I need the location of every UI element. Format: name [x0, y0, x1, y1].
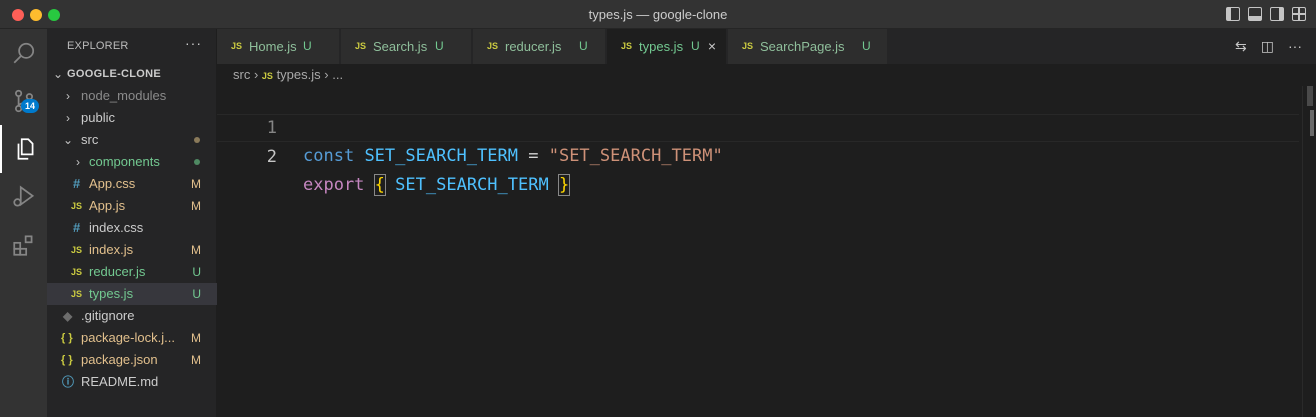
chevron-down-icon: ⌄: [63, 133, 74, 147]
editor-actions: ⇆ ◫ ···: [1235, 38, 1302, 55]
tree-item-node-modules[interactable]: › node_modules: [47, 85, 217, 107]
js-file-icon: JS: [71, 289, 83, 299]
title-bar: types.js — google-clone: [0, 0, 1316, 29]
chevron-right-icon: ›: [253, 67, 262, 82]
customize-layout-icon[interactable]: [1292, 7, 1306, 21]
explorer-sidebar: EXPLORER ··· ⌄ GOOGLE-CLONE › node_modul…: [47, 29, 217, 417]
js-file-icon: JS: [742, 41, 754, 51]
chevron-right-icon: ›: [76, 155, 80, 169]
tab-searchpage-js[interactable]: JS SearchPage.js U: [728, 29, 888, 64]
js-file-icon: JS: [487, 41, 499, 51]
breadcrumb: src › JS types.js › ...: [217, 64, 343, 86]
split-editor-icon[interactable]: ◫: [1261, 38, 1274, 55]
css-file-icon: #: [73, 176, 81, 191]
tree-item-components[interactable]: › components: [47, 151, 217, 173]
code-text: const SET_SEARCH_TERM = "SET_SEARCH_TERM…: [303, 146, 723, 166]
breadcrumb-more[interactable]: ...: [332, 67, 343, 82]
workspace-root[interactable]: ⌄ GOOGLE-CLONE: [47, 63, 217, 85]
breadcrumb-file[interactable]: types.js: [277, 67, 321, 82]
tree-item-public[interactable]: › public: [47, 107, 217, 129]
search-icon[interactable]: [0, 29, 47, 77]
tree-item-types-js[interactable]: JS types.js U: [47, 283, 217, 305]
source-control-badge: 14: [21, 99, 39, 113]
info-icon: ⓘ: [62, 375, 75, 389]
tree-item-index-js[interactable]: JS index.js M: [47, 239, 217, 261]
chevron-right-icon: ›: [66, 111, 70, 125]
line-number: 2: [266, 147, 277, 167]
layout-controls: [1226, 7, 1306, 21]
code-line-current[interactable]: 2 export { SET_SEARCH_TERM }: [217, 114, 1299, 196]
modified-dot: [194, 137, 200, 143]
open-changes-icon[interactable]: ⇆: [1235, 38, 1247, 55]
js-file-icon: JS: [355, 41, 367, 51]
code-editor[interactable]: 1 const SET_SEARCH_TERM = "SET_SEARCH_TE…: [217, 86, 1316, 417]
explorer-icon[interactable]: [0, 125, 47, 173]
editor-tab-bar: JS Home.js U JS Search.js U JS reducer.j…: [217, 29, 1316, 64]
git-file-icon: ◆: [63, 309, 73, 323]
tree-item-package-json[interactable]: { } package.json M: [47, 349, 217, 371]
activity-bar: 14: [0, 29, 47, 417]
js-file-icon: JS: [261, 71, 273, 81]
breadcrumb-folder[interactable]: src: [233, 67, 250, 82]
run-debug-icon[interactable]: [0, 173, 47, 221]
window-title: types.js — google-clone: [588, 7, 728, 22]
tree-item-reducer-js[interactable]: JS reducer.js U: [47, 261, 217, 283]
more-actions-icon[interactable]: ···: [185, 35, 202, 51]
toggle-secondary-sidebar-icon[interactable]: [1270, 7, 1284, 21]
tree-item-index-css[interactable]: # index.css: [47, 217, 217, 239]
tree-item-app-js[interactable]: JS App.js M: [47, 195, 217, 217]
tab-home-js[interactable]: JS Home.js U: [217, 29, 340, 64]
js-file-icon: JS: [71, 245, 83, 255]
json-file-icon: { }: [61, 332, 73, 344]
js-file-icon: JS: [621, 41, 633, 51]
tree-item-readme[interactable]: ⓘ README.md: [47, 371, 217, 393]
tab-reducer-js[interactable]: JS reducer.js U: [473, 29, 606, 64]
explorer-header: EXPLORER: [67, 40, 129, 52]
css-file-icon: #: [73, 220, 81, 235]
extensions-icon[interactable]: [0, 221, 47, 269]
js-file-icon: JS: [231, 41, 243, 51]
tree-item-app-css[interactable]: # App.css M: [47, 173, 217, 195]
scrollbar-thumb[interactable]: [1307, 86, 1313, 106]
toggle-sidebar-icon[interactable]: [1226, 7, 1240, 21]
js-file-icon: JS: [71, 267, 83, 277]
code-text: export { SET_SEARCH_TERM }: [303, 174, 571, 196]
editor-scrollbar[interactable]: [1302, 86, 1316, 417]
chevron-right-icon: ›: [66, 89, 70, 103]
tree-item-src[interactable]: ⌄ src: [47, 129, 217, 151]
close-tab-icon[interactable]: ×: [708, 29, 716, 64]
chevron-down-icon: ⌄: [53, 67, 64, 81]
js-file-icon: JS: [71, 201, 83, 211]
untracked-dot: [194, 159, 200, 165]
toggle-panel-icon[interactable]: [1248, 7, 1262, 21]
cursor-position-marker: [1310, 110, 1314, 136]
json-file-icon: { }: [61, 354, 73, 366]
tab-search-js[interactable]: JS Search.js U: [341, 29, 472, 64]
tree-item-package-lock-json[interactable]: { } package-lock.j... M: [47, 327, 217, 349]
vscode-window: types.js — google-clone 14 EXPLORER ···: [0, 0, 1316, 417]
more-actions-icon[interactable]: ···: [1288, 38, 1302, 55]
tree-item-gitignore[interactable]: ◆ .gitignore: [47, 305, 217, 327]
tab-types-js[interactable]: JS types.js U ×: [607, 29, 727, 64]
code-line[interactable]: 1 const SET_SEARCH_TERM = "SET_SEARCH_TE…: [217, 86, 1299, 166]
